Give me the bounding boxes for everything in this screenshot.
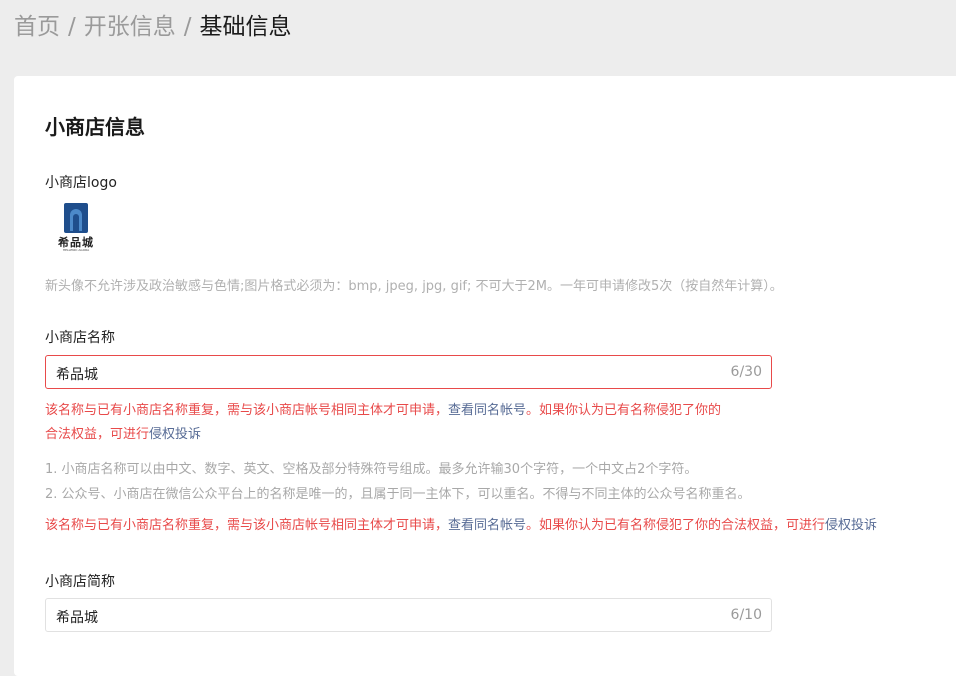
- breadcrumb-separator: /: [183, 14, 192, 40]
- section-title: 小商店信息: [45, 115, 145, 139]
- store-name-input[interactable]: 希品城 6/30: [45, 355, 772, 389]
- breadcrumb-separator: /: [68, 14, 76, 40]
- name-label: 小商店名称: [45, 330, 115, 346]
- error-text: 。如果你认为已有名称侵犯了你的: [526, 403, 722, 418]
- short-name-label: 小商店简称: [45, 574, 115, 590]
- error-text: 。如果你认为已有名称侵犯了你的合法权益，可进行: [526, 518, 826, 533]
- breadcrumb-current: 基础信息: [199, 14, 292, 40]
- view-same-name-link[interactable]: 查看同名帐号: [448, 403, 526, 418]
- settings-card: 小商店信息 小商店logo 希品城 HELLENIC AGORA 新头像不允许涉…: [14, 76, 956, 676]
- name-rules: 1. 小商店名称可以由中文、数字、英文、空格及部分特殊符号组成。最多允许输30个…: [45, 457, 751, 507]
- error-text: 该名称与已有小商店名称重复，需与该小商店帐号相同主体才可申请，: [45, 403, 449, 418]
- name-rule-item: 1. 小商店名称可以由中文、数字、英文、空格及部分特殊符号组成。最多允许输30个…: [45, 462, 698, 477]
- store-name-value: 希品城: [56, 367, 98, 383]
- infringement-complaint-link[interactable]: 侵权投诉: [149, 427, 201, 442]
- store-logo[interactable]: 希品城 HELLENIC AGORA: [54, 201, 98, 253]
- short-name-counter: 6/10: [730, 607, 762, 623]
- breadcrumb: 首页 / 开张信息 / 基础信息: [14, 12, 292, 42]
- error-text: 合法权益，可进行: [45, 427, 150, 442]
- logo-hint: 新头像不允许涉及政治敏感与色情;图片格式必须为：bmp, jpeg, jpg, …: [45, 279, 783, 294]
- name-error-message: 该名称与已有小商店名称重复，需与该小商店帐号相同主体才可申请，查看同名帐号。如果…: [45, 399, 721, 447]
- store-name-counter: 6/30: [730, 364, 762, 380]
- name-error-message-2: 该名称与已有小商店名称重复，需与该小商店帐号相同主体才可申请，查看同名帐号。如果…: [45, 514, 877, 538]
- short-name-input[interactable]: 希品城 6/10: [45, 598, 772, 632]
- short-name-value: 希品城: [56, 610, 98, 626]
- logo-subtext: HELLENIC AGORA: [62, 248, 90, 252]
- name-rule-item: 2. 公众号、小商店在微信公众平台上的名称是唯一的，且属于同一主体下，可以重名。…: [45, 487, 751, 502]
- logo-mark-icon: [64, 203, 88, 233]
- breadcrumb-home[interactable]: 首页: [14, 14, 60, 40]
- view-same-name-link[interactable]: 查看同名帐号: [448, 518, 526, 533]
- breadcrumb-opening-info[interactable]: 开张信息: [84, 14, 176, 40]
- infringement-complaint-link[interactable]: 侵权投诉: [825, 518, 877, 533]
- logo-label: 小商店logo: [45, 175, 117, 191]
- error-text: 该名称与已有小商店名称重复，需与该小商店帐号相同主体才可申请，: [45, 518, 449, 533]
